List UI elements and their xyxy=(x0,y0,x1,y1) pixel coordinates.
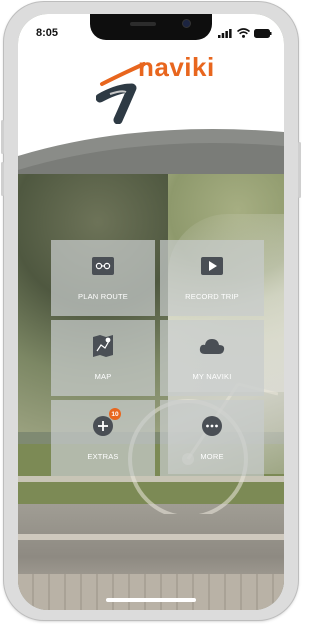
speaker-grille xyxy=(130,22,156,26)
my-naviki-label: MY NAVIKI xyxy=(192,372,232,381)
app-header: 8:05 naviki xyxy=(18,14,284,174)
signal-icon xyxy=(218,29,232,38)
plan-route-label: PLAN ROUTE xyxy=(78,292,128,301)
power-button xyxy=(298,142,301,198)
volume-up-button xyxy=(1,120,4,154)
more-tile[interactable]: MORE xyxy=(160,400,264,476)
battery-icon xyxy=(254,29,272,38)
map-label: MAP xyxy=(94,372,112,381)
extras-tile[interactable]: 10 EXTRAS xyxy=(51,400,155,476)
header-curve xyxy=(18,129,284,174)
cloud-icon xyxy=(199,334,225,358)
map-tile[interactable]: MAP xyxy=(51,320,155,396)
plan-route-tile[interactable]: PLAN ROUTE xyxy=(51,240,155,316)
wifi-icon xyxy=(237,28,250,38)
notch xyxy=(90,14,212,40)
home-indicator[interactable] xyxy=(106,598,196,602)
status-bar: 8:05 xyxy=(18,14,284,48)
background-curb xyxy=(18,534,284,540)
my-naviki-tile[interactable]: MY NAVIKI xyxy=(160,320,264,396)
record-trip-label: RECORD TRIP xyxy=(185,292,239,301)
extras-badge: 10 xyxy=(109,408,121,420)
naviki-logo: naviki xyxy=(96,52,236,134)
ellipsis-icon xyxy=(199,414,225,438)
brand-name: naviki xyxy=(138,52,215,82)
background-pavement xyxy=(18,574,284,610)
status-time: 8:05 xyxy=(36,27,59,39)
play-icon xyxy=(199,254,225,278)
front-camera xyxy=(182,19,191,28)
app-screen: 8:05 naviki PLAN ROUTE RECORD TRIP MAP M… xyxy=(18,14,284,610)
extras-label: EXTRAS xyxy=(87,452,119,461)
phone-frame: 8:05 naviki PLAN ROUTE RECORD TRIP MAP M… xyxy=(1,2,301,620)
record-trip-tile[interactable]: RECORD TRIP xyxy=(160,240,264,316)
map-icon xyxy=(90,334,116,358)
route-icon xyxy=(90,254,116,278)
more-label: MORE xyxy=(200,452,224,461)
main-menu: PLAN ROUTE RECORD TRIP MAP MY NAVIKI 10 … xyxy=(51,240,267,478)
volume-down-button xyxy=(1,162,4,196)
